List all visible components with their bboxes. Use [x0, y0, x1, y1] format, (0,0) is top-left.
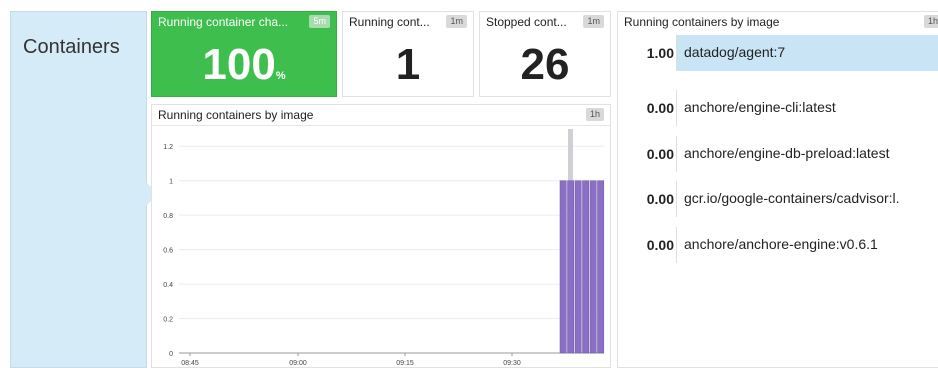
value-number: 100 — [202, 40, 276, 89]
toplist-value: 1.00 — [646, 45, 674, 61]
widget-stopped-containers[interactable]: Stopped cont... 1m 26 — [479, 11, 611, 97]
toplist-value: 0.00 — [646, 146, 674, 162]
chart-bar[interactable] — [582, 180, 590, 354]
chart-bar[interactable] — [567, 180, 575, 354]
toplist-value: 0.00 — [646, 237, 674, 253]
widget-running-container-change[interactable]: Running container cha... 5m 100% — [151, 11, 337, 97]
toplist-name: gcr.io/google-containers/cadvisor:l. — [676, 181, 938, 217]
value-unit: % — [275, 70, 286, 82]
query-value: 1 — [395, 40, 421, 89]
widget-title: Running containers by image — [624, 15, 780, 29]
toplist-name: anchore/anchore-engine:v0.6.1 — [676, 227, 938, 263]
toplist-value: 0.00 — [646, 191, 674, 207]
toplist-name: anchore/engine-db-preload:latest — [676, 136, 938, 172]
y-tick-label: 1 — [169, 179, 173, 186]
widget-title: Running container cha... — [158, 15, 289, 29]
toplist-row[interactable]: 1.00 datadog/agent:7 — [624, 35, 938, 71]
y-tick-label: 0.8 — [163, 213, 173, 220]
widget-running-containers-toplist[interactable]: Running containers by image 1h 1.00 datad… — [617, 11, 938, 368]
toplist-name: anchore/engine-cli:latest — [676, 90, 938, 126]
y-tick-label: 1.2 — [163, 144, 173, 151]
group-header-containers[interactable]: Containers — [10, 11, 158, 368]
widget-title: Running containers by image — [158, 108, 314, 122]
toplist-name: datadog/agent:7 — [676, 35, 938, 71]
query-value: 26 — [520, 40, 570, 89]
toplist-row[interactable]: 0.00 gcr.io/google-containers/cadvisor:l. — [624, 181, 938, 217]
widget-running-containers-timeseries[interactable]: Running containers by image 1h 0 0.2 0.4 0.… — [151, 104, 611, 368]
toplist-row[interactable]: 0.00 anchore/engine-cli:latest — [624, 90, 938, 126]
toplist-row[interactable]: 0.00 anchore/anchore-engine:v0.6.1 — [624, 227, 938, 263]
group-title: Containers — [23, 36, 120, 58]
query-value: 100% — [152, 40, 336, 90]
x-tick-label: 08:45 — [181, 360, 199, 367]
toplist-value: 0.00 — [646, 100, 674, 116]
widget-running-containers[interactable]: Running cont... 1m 1 — [342, 11, 474, 97]
y-tick-label: 0.4 — [163, 282, 173, 289]
chart-bar[interactable] — [589, 180, 597, 354]
time-badge: 5m — [309, 15, 330, 28]
x-tick-label: 09:30 — [503, 360, 521, 367]
time-badge: 1m — [583, 15, 604, 28]
y-tick-label: 0 — [169, 351, 173, 358]
chart-bar[interactable] — [597, 180, 605, 354]
chart-bar[interactable] — [574, 180, 582, 354]
x-tick-label: 09:00 — [289, 360, 307, 367]
time-badge: 1m — [446, 15, 467, 28]
chart-bar[interactable] — [559, 180, 567, 354]
y-tick-label: 0.6 — [163, 248, 173, 255]
x-tick-label: 09:15 — [396, 360, 414, 367]
time-badge: 1h — [923, 15, 938, 28]
toplist-row[interactable]: 0.00 anchore/engine-db-preload:latest — [624, 136, 938, 172]
timeseries-chart[interactable]: 0 0.2 0.4 0.6 0.8 1 1.2 08:45 09:00 09:15 09:30 — [152, 126, 610, 368]
y-tick-label: 0.2 — [163, 317, 173, 324]
time-badge: 1h — [585, 108, 604, 121]
